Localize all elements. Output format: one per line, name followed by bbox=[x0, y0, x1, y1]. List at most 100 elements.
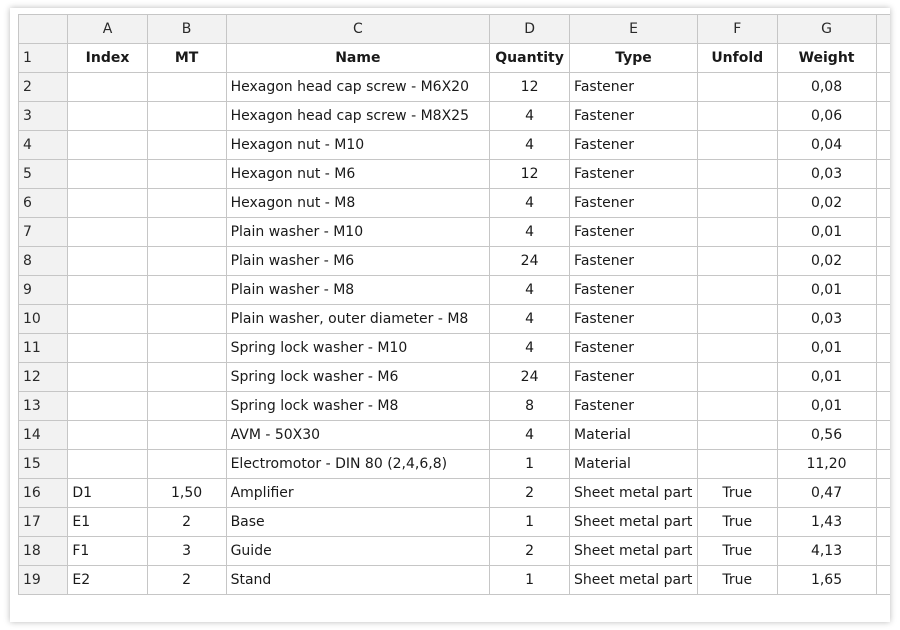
empty-cell[interactable] bbox=[875, 333, 890, 363]
cell-index[interactable]: E1 bbox=[67, 507, 148, 537]
cell-type[interactable]: Fastener bbox=[569, 217, 699, 247]
cell-type[interactable]: Sheet metal part bbox=[569, 507, 699, 537]
row-header[interactable]: 2 bbox=[17, 72, 69, 102]
cell-index[interactable] bbox=[67, 275, 148, 305]
cell-mt[interactable] bbox=[146, 130, 227, 160]
cell-unfold[interactable] bbox=[697, 246, 778, 276]
cell-unfold[interactable] bbox=[697, 391, 778, 421]
cell-weight[interactable]: 0,03 bbox=[776, 159, 877, 189]
cell-name[interactable]: Base bbox=[225, 507, 491, 537]
row-header[interactable]: 3 bbox=[17, 101, 69, 131]
cell-type[interactable]: Fastener bbox=[569, 72, 699, 102]
column-header-a[interactable]: A bbox=[67, 14, 148, 44]
cell-type[interactable]: Fastener bbox=[569, 391, 699, 421]
cell-quantity[interactable]: 4 bbox=[489, 101, 571, 131]
cell-weight[interactable]: 0,03 bbox=[776, 304, 877, 334]
column-header-f[interactable]: F bbox=[697, 14, 778, 44]
header-cell-weight[interactable]: Weight bbox=[776, 43, 877, 73]
cell-name[interactable]: Spring lock washer - M10 bbox=[225, 333, 491, 363]
header-cell-unfold[interactable]: Unfold bbox=[697, 43, 778, 73]
cell-weight[interactable]: 0,01 bbox=[776, 275, 877, 305]
cell-unfold[interactable] bbox=[697, 188, 778, 218]
row-header[interactable]: 18 bbox=[17, 536, 69, 566]
cell-index[interactable] bbox=[67, 333, 148, 363]
cell-unfold[interactable] bbox=[697, 449, 778, 479]
cell-quantity[interactable]: 4 bbox=[489, 304, 571, 334]
empty-cell[interactable] bbox=[875, 536, 890, 566]
cell-mt[interactable] bbox=[146, 188, 227, 218]
cell-mt[interactable]: 2 bbox=[146, 507, 227, 537]
cell-type[interactable]: Material bbox=[569, 449, 699, 479]
column-header-h-partial[interactable] bbox=[875, 14, 890, 44]
cell-name[interactable]: Plain washer, outer diameter - M8 bbox=[225, 304, 491, 334]
cell-weight[interactable]: 0,01 bbox=[776, 391, 877, 421]
cell-type[interactable]: Fastener bbox=[569, 101, 699, 131]
column-header-g[interactable]: G bbox=[776, 14, 877, 44]
row-header[interactable]: 16 bbox=[17, 478, 69, 508]
cell-index[interactable] bbox=[67, 188, 148, 218]
cell-unfold[interactable]: True bbox=[697, 478, 778, 508]
empty-cell[interactable] bbox=[875, 362, 890, 392]
cell-quantity[interactable]: 4 bbox=[489, 333, 571, 363]
cell-mt[interactable]: 2 bbox=[146, 565, 227, 595]
empty-cell[interactable] bbox=[875, 507, 890, 537]
row-header[interactable]: 5 bbox=[17, 159, 69, 189]
cell-unfold[interactable] bbox=[697, 72, 778, 102]
cell-quantity[interactable]: 4 bbox=[489, 130, 571, 160]
cell-mt[interactable] bbox=[146, 304, 227, 334]
cell-weight[interactable]: 0,08 bbox=[776, 72, 877, 102]
row-header[interactable]: 4 bbox=[17, 130, 69, 160]
empty-cell[interactable] bbox=[875, 478, 890, 508]
cell-index[interactable]: E2 bbox=[67, 565, 148, 595]
cell-mt[interactable] bbox=[146, 449, 227, 479]
cell-unfold[interactable] bbox=[697, 420, 778, 450]
empty-cell[interactable] bbox=[875, 449, 890, 479]
empty-cell[interactable] bbox=[875, 72, 890, 102]
cell-mt[interactable] bbox=[146, 101, 227, 131]
cell-index[interactable] bbox=[67, 130, 148, 160]
cell-name[interactable]: Spring lock washer - M6 bbox=[225, 362, 491, 392]
empty-cell[interactable] bbox=[875, 217, 890, 247]
cell-index[interactable] bbox=[67, 246, 148, 276]
cell-name[interactable]: Amplifier bbox=[225, 478, 491, 508]
cell-index[interactable] bbox=[67, 304, 148, 334]
cell-mt[interactable] bbox=[146, 246, 227, 276]
cell-unfold[interactable] bbox=[697, 275, 778, 305]
cell-name[interactable]: Hexagon nut - M10 bbox=[225, 130, 491, 160]
cell-quantity[interactable]: 4 bbox=[489, 188, 571, 218]
cell-quantity[interactable]: 4 bbox=[489, 217, 571, 247]
row-header[interactable]: 15 bbox=[17, 449, 69, 479]
cell-type[interactable]: Fastener bbox=[569, 333, 699, 363]
row-header[interactable]: 8 bbox=[17, 246, 69, 276]
cell-mt[interactable]: 1,50 bbox=[146, 478, 227, 508]
cell-quantity[interactable]: 1 bbox=[489, 449, 571, 479]
row-header[interactable]: 10 bbox=[17, 304, 69, 334]
cell-unfold[interactable] bbox=[697, 362, 778, 392]
cell-name[interactable]: AVM - 50X30 bbox=[225, 420, 491, 450]
cell-mt[interactable] bbox=[146, 362, 227, 392]
cell-index[interactable] bbox=[67, 159, 148, 189]
cell-weight[interactable]: 0,02 bbox=[776, 246, 877, 276]
empty-cell[interactable] bbox=[875, 188, 890, 218]
empty-cell[interactable] bbox=[875, 275, 890, 305]
cell-quantity[interactable]: 2 bbox=[489, 478, 571, 508]
row-header[interactable]: 17 bbox=[17, 507, 69, 537]
column-header-d[interactable]: D bbox=[489, 14, 571, 44]
cell-name[interactable]: Plain washer - M8 bbox=[225, 275, 491, 305]
cell-weight[interactable]: 0,01 bbox=[776, 333, 877, 363]
cell-unfold[interactable] bbox=[697, 130, 778, 160]
empty-cell[interactable] bbox=[875, 304, 890, 334]
cell-name[interactable]: Stand bbox=[225, 565, 491, 595]
cell-quantity[interactable]: 4 bbox=[489, 275, 571, 305]
cell-index[interactable] bbox=[67, 449, 148, 479]
cell-type[interactable]: Fastener bbox=[569, 159, 699, 189]
cell-quantity[interactable]: 24 bbox=[489, 362, 571, 392]
cell-quantity[interactable]: 2 bbox=[489, 536, 571, 566]
cell-weight[interactable]: 0,04 bbox=[776, 130, 877, 160]
cell-weight[interactable]: 0,02 bbox=[776, 188, 877, 218]
column-header-b[interactable]: B bbox=[146, 14, 227, 44]
row-header[interactable]: 19 bbox=[17, 565, 69, 595]
cell-name[interactable]: Hexagon nut - M6 bbox=[225, 159, 491, 189]
cell-unfold[interactable] bbox=[697, 217, 778, 247]
cell-name[interactable]: Electromotor - DIN 80 (2,4,6,8) bbox=[225, 449, 491, 479]
